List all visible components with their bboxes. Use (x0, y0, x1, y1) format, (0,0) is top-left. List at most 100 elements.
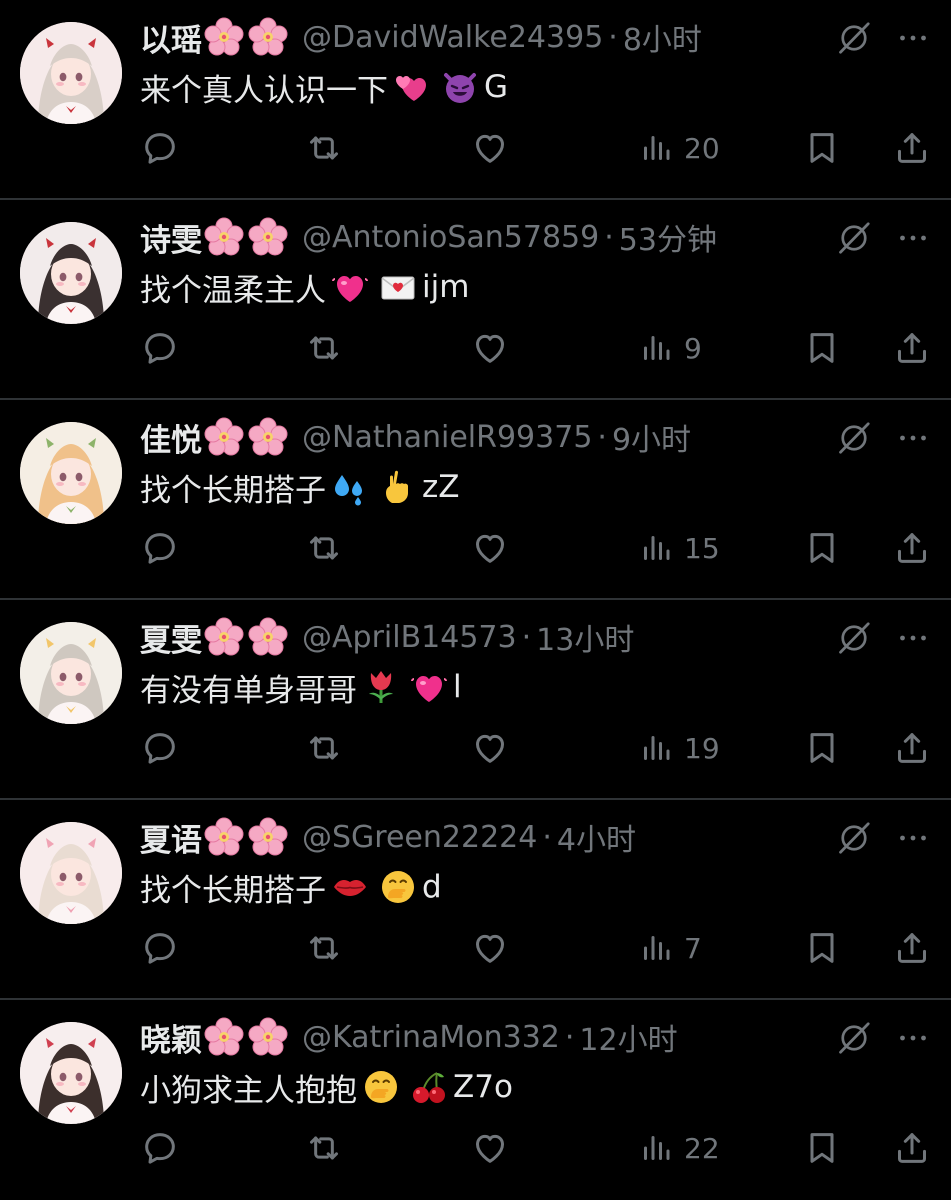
tweet-card[interactable]: 佳悦 @NathanielR99375 · 9小时找个长期搭子 zZ 15 (0, 400, 951, 600)
tweet-card[interactable]: 晓颖 @KatrinaMon332 · 12小时 小狗求主人抱抱 Z7o 22 (0, 1000, 951, 1200)
grok-icon[interactable] (836, 20, 872, 56)
retweet-button[interactable] (304, 328, 344, 368)
bookmark-button[interactable] (802, 928, 842, 968)
views-button[interactable]: 9 (638, 328, 758, 368)
separator-dot: · (564, 1019, 575, 1055)
heart-icon (470, 528, 510, 568)
tweet-body: 找个长期搭子 (140, 872, 326, 909)
reply-button[interactable] (140, 128, 180, 168)
bookmark-button[interactable] (802, 1128, 842, 1168)
more-icon[interactable] (893, 620, 933, 656)
display-name[interactable]: 夏雯 (140, 615, 202, 660)
retweet-icon (304, 928, 344, 968)
more-icon[interactable] (893, 20, 933, 56)
grok-icon[interactable] (836, 220, 872, 256)
retweet-icon (304, 1128, 344, 1168)
more-icon[interactable] (893, 220, 933, 256)
display-name[interactable]: 诗雯 (140, 215, 202, 260)
retweet-button[interactable] (304, 128, 344, 168)
more-icon[interactable] (893, 420, 933, 456)
more-icon[interactable] (893, 820, 933, 856)
views-button[interactable]: 20 (638, 128, 758, 168)
grok-icon[interactable] (836, 620, 872, 656)
reply-button[interactable] (140, 528, 180, 568)
tweet-card[interactable]: 夏语 @SGreen22224 · 4小时 找个长期搭子 d 7 (0, 800, 951, 1000)
grok-icon[interactable] (836, 1020, 872, 1056)
bookmark-button[interactable] (802, 528, 842, 568)
bookmark-button[interactable] (802, 728, 842, 768)
user-handle[interactable]: @NathanielR99375 (302, 420, 592, 455)
reply-icon (140, 328, 180, 368)
reply-button[interactable] (140, 928, 180, 968)
timestamp[interactable]: 53分钟 (619, 215, 717, 259)
cherry-blossom-icon (248, 217, 288, 257)
avatar[interactable] (20, 222, 122, 324)
share-button[interactable] (892, 1128, 932, 1168)
hand-over-mouth-emoji (378, 867, 418, 907)
tweet-card[interactable]: 夏雯 @AprilB14573 · 13小时 有没有单身哥哥 l 19 (0, 600, 951, 800)
timestamp[interactable]: 13小时 (536, 615, 634, 659)
user-handle[interactable]: @AprilB14573 (302, 620, 517, 655)
separator-dot: · (597, 419, 607, 455)
retweet-button[interactable] (304, 728, 344, 768)
timestamp[interactable]: 8小时 (623, 15, 702, 59)
heart-icon (470, 928, 510, 968)
views-button[interactable]: 22 (638, 1128, 758, 1168)
like-button[interactable] (470, 328, 510, 368)
avatar[interactable] (20, 1022, 122, 1124)
reply-button[interactable] (140, 728, 180, 768)
cherry-blossom-icon (204, 817, 244, 857)
bookmark-button[interactable] (802, 128, 842, 168)
views-button[interactable]: 19 (638, 728, 758, 768)
reply-button[interactable] (140, 1128, 180, 1168)
like-button[interactable] (470, 1128, 510, 1168)
like-button[interactable] (470, 528, 510, 568)
avatar[interactable] (20, 422, 122, 524)
user-handle[interactable]: @AntonioSan57859 (302, 220, 599, 255)
views-button[interactable]: 15 (638, 528, 758, 568)
share-button[interactable] (892, 928, 932, 968)
views-button[interactable]: 7 (638, 928, 758, 968)
timestamp[interactable]: 4小时 (557, 815, 636, 859)
share-button[interactable] (892, 328, 932, 368)
tweet-card[interactable]: 诗雯 @AntonioSan57859 · 53分钟 找个温柔主人 ijm 9 (0, 200, 951, 400)
tweet-header: 夏语 @SGreen22224 · 4小时 (140, 812, 636, 862)
retweet-button[interactable] (304, 528, 344, 568)
retweet-button[interactable] (304, 928, 344, 968)
share-button[interactable] (892, 528, 932, 568)
sweat-droplets-emoji (330, 467, 370, 507)
user-handle[interactable]: @KatrinaMon332 (302, 1020, 560, 1055)
more-icon[interactable] (893, 1020, 933, 1056)
timestamp[interactable]: 9小时 (612, 415, 691, 459)
user-handle[interactable]: @DavidWalke24395 (302, 20, 603, 55)
avatar[interactable] (20, 822, 122, 924)
tweet-header: 晓颖 @KatrinaMon332 · 12小时 (140, 1012, 678, 1062)
bookmark-icon (802, 528, 842, 568)
retweet-button[interactable] (304, 1128, 344, 1168)
like-button[interactable] (470, 128, 510, 168)
bookmark-button[interactable] (802, 328, 842, 368)
tweet-header: 以瑶 @DavidWalke24395 · 8小时 (140, 12, 702, 62)
user-handle[interactable]: @SGreen22224 (302, 820, 537, 855)
grok-icon[interactable] (836, 420, 872, 456)
name-decoration (204, 1017, 292, 1057)
tweet-card[interactable]: 以瑶 @DavidWalke24395 · 8小时 来个真人认识一下 G 20 (0, 0, 951, 200)
avatar[interactable] (20, 622, 122, 724)
avatar[interactable] (20, 22, 122, 124)
reply-button[interactable] (140, 328, 180, 368)
share-button[interactable] (892, 728, 932, 768)
separator-dot: · (521, 619, 532, 655)
like-button[interactable] (470, 928, 510, 968)
display-name[interactable]: 佳悦 (140, 415, 202, 460)
display-name[interactable]: 以瑶 (140, 15, 202, 60)
views-chart-icon (638, 730, 674, 766)
grok-icon[interactable] (836, 820, 872, 856)
timestamp[interactable]: 12小时 (579, 1015, 677, 1059)
share-button[interactable] (892, 128, 932, 168)
tweet-text: 找个长期搭子 zZ (140, 462, 460, 512)
like-button[interactable] (470, 728, 510, 768)
tweet-suffix: Z7o (453, 1069, 513, 1105)
display-name[interactable]: 夏语 (140, 815, 202, 860)
separator-dot: · (542, 819, 552, 855)
display-name[interactable]: 晓颖 (140, 1015, 202, 1060)
